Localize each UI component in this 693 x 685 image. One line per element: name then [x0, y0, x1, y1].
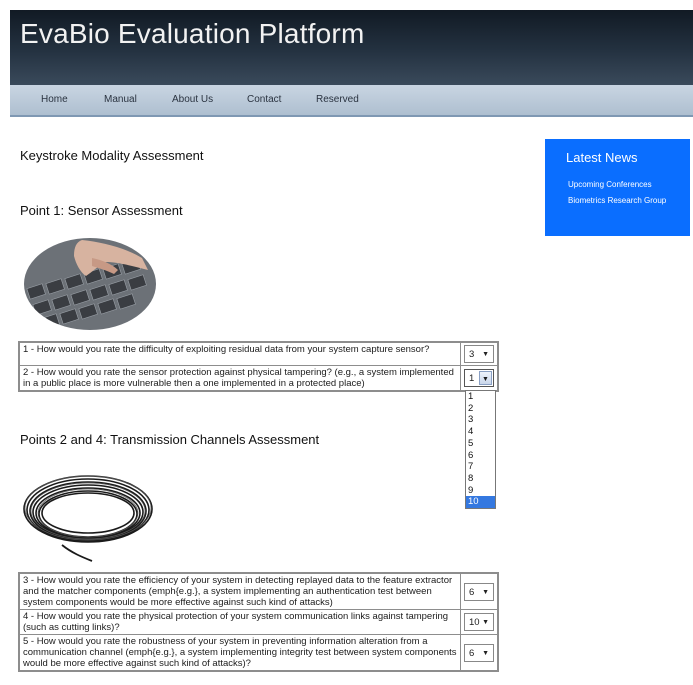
question-text: 5 - How would you rate the robustness of…: [18, 634, 461, 672]
question-2-select[interactable]: 1 ▼: [464, 369, 494, 387]
option-4[interactable]: 4: [466, 426, 495, 438]
point1-heading: Point 1: Sensor Assessment: [20, 203, 183, 218]
nav-manual[interactable]: Manual: [104, 94, 137, 105]
latest-news-box: Latest News Upcoming Conferences Biometr…: [545, 139, 690, 236]
page-heading: Keystroke Modality Assessment: [20, 148, 204, 163]
question-text: 4 - How would you rate the physical prot…: [18, 609, 461, 635]
chevron-down-icon[interactable]: ▼: [479, 371, 492, 385]
news-title: Latest News: [566, 150, 638, 165]
option-10[interactable]: 10: [466, 496, 495, 509]
keyboard-image: [22, 236, 158, 332]
nav-contact[interactable]: Contact: [247, 94, 281, 105]
question-4-select[interactable]: 10 ▼: [464, 613, 494, 631]
table-row: 1 - How would you rate the difficulty of…: [18, 341, 499, 366]
site-header: EvaBio Evaluation Platform: [10, 10, 693, 85]
option-6[interactable]: 6: [466, 450, 495, 462]
table-row: 5 - How would you rate the robustness of…: [18, 634, 499, 672]
chevron-down-icon: ▼: [482, 351, 489, 358]
question-text: 3 - How would you rate the efficiency of…: [18, 572, 461, 610]
nav-reserved[interactable]: Reserved: [316, 94, 359, 105]
table-row: 2 - How would you rate the sensor protec…: [18, 365, 499, 392]
question-1-select[interactable]: 3 ▼: [464, 345, 494, 363]
question-3-select[interactable]: 6 ▼: [464, 582, 494, 601]
chevron-down-icon: ▼: [482, 619, 489, 626]
site-title: EvaBio Evaluation Platform: [20, 18, 365, 49]
chevron-down-icon: ▼: [482, 649, 489, 657]
transmission-questions-table: 3 - How would you rate the efficiency of…: [18, 572, 499, 672]
option-9[interactable]: 9: [466, 485, 495, 497]
chevron-down-icon: ▼: [482, 588, 489, 596]
sensor-questions-table: 1 - How would you rate the difficulty of…: [18, 341, 499, 392]
nav-home[interactable]: Home: [41, 94, 68, 105]
nav-bar: Home Manual About Us Contact Reserved: [10, 85, 693, 117]
answer-cell: 1 ▼: [460, 365, 499, 392]
option-1[interactable]: 1: [466, 391, 495, 403]
news-link-conferences[interactable]: Upcoming Conferences: [568, 180, 652, 189]
question-5-select[interactable]: 6 ▼: [464, 643, 494, 662]
answer-cell: 10 ▼: [460, 609, 499, 635]
question-text: 1 - How would you rate the difficulty of…: [18, 341, 461, 366]
answer-cell: 6 ▼: [460, 634, 499, 672]
answer-cell: 3 ▼: [460, 341, 499, 366]
answer-cell: 6 ▼: [460, 572, 499, 610]
option-8[interactable]: 8: [466, 473, 495, 485]
question-2-options-list[interactable]: 1 2 3 4 5 6 7 8 9 10: [465, 390, 496, 510]
option-5[interactable]: 5: [466, 438, 495, 450]
option-3[interactable]: 3: [466, 414, 495, 426]
news-link-research-group[interactable]: Biometrics Research Group: [568, 196, 666, 205]
nav-about-us[interactable]: About Us: [172, 94, 213, 105]
table-row: 3 - How would you rate the efficiency of…: [18, 572, 499, 610]
cable-image: [20, 465, 158, 565]
question-text: 2 - How would you rate the sensor protec…: [18, 365, 461, 392]
table-row: 4 - How would you rate the physical prot…: [18, 609, 499, 635]
option-7[interactable]: 7: [466, 461, 495, 473]
point2-heading: Points 2 and 4: Transmission Channels As…: [20, 432, 320, 447]
option-2[interactable]: 2: [466, 403, 495, 415]
